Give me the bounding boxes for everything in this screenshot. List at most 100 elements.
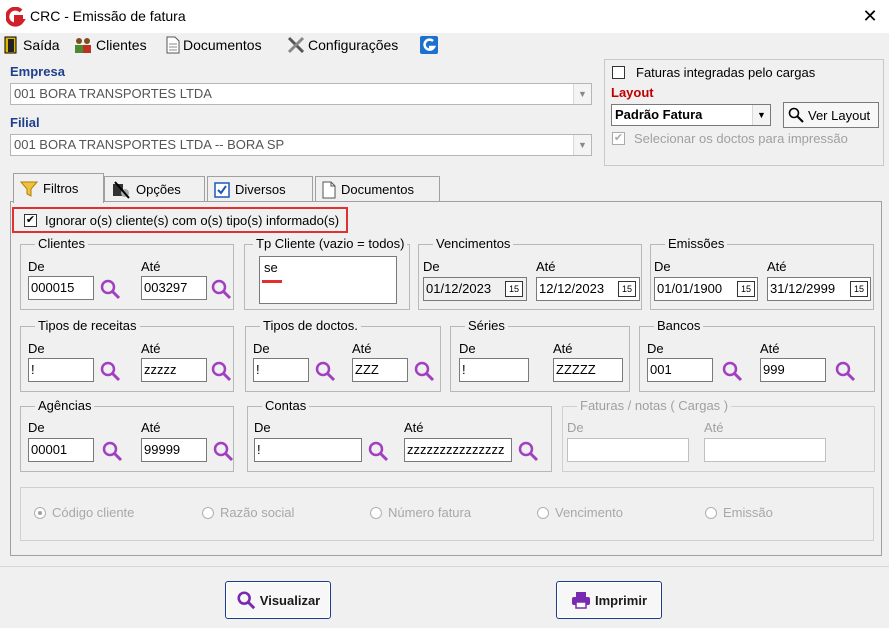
menu-clientes-label: Clientes [96, 37, 147, 53]
tab-filtros[interactable]: Filtros [13, 173, 104, 203]
search-icon[interactable] [99, 360, 121, 382]
visualizar-label: Visualizar [259, 592, 321, 608]
tab-documentos[interactable]: Documentos [315, 176, 440, 202]
ver-layout-button[interactable]: Ver Layout [783, 102, 879, 128]
app-logo-icon [6, 7, 26, 27]
search-icon[interactable] [413, 360, 435, 382]
tab-opcoes-label: Opções [136, 182, 181, 197]
vencimentos-title: Vencimentos [433, 236, 514, 251]
empresa-value: 001 BORA TRANSPORTES LTDA [14, 86, 212, 101]
filial-value: 001 BORA TRANSPORTES LTDA -- BORA SP [14, 137, 285, 152]
chevron-down-icon[interactable]: ▼ [573, 84, 591, 104]
series-ate-input[interactable]: ZZZZZ [553, 358, 623, 382]
series-de-input[interactable]: ! [459, 358, 529, 382]
contas-title: Contas [262, 398, 310, 413]
menu-documentos[interactable]: Documentos [166, 36, 262, 54]
ignorar-clientes-checkbox[interactable]: ✔ [24, 214, 37, 227]
agencias-de-label: De [28, 420, 45, 435]
menu-documentos-label: Documentos [183, 37, 262, 53]
calendar-icon[interactable]: 15 [505, 281, 523, 297]
search-icon[interactable] [314, 360, 336, 382]
contas-de-label: De [254, 420, 271, 435]
radio-razao-social[interactable]: Razão social [202, 505, 294, 520]
search-icon[interactable] [210, 360, 232, 382]
app-g-icon[interactable] [420, 36, 438, 54]
search-icon[interactable] [212, 440, 234, 462]
emissoes-title: Emissões [665, 236, 728, 251]
search-icon[interactable] [99, 278, 121, 300]
bancos-de-input[interactable]: 001 [647, 358, 713, 382]
tools-icon [287, 36, 305, 54]
search-icon[interactable] [834, 360, 856, 382]
filial-select[interactable]: 001 BORA TRANSPORTES LTDA -- BORA SP ▼ [10, 134, 592, 156]
faturas-notas-de-input[interactable] [567, 438, 689, 462]
magnifier-doc-icon [788, 107, 804, 123]
faturas-integradas-checkbox[interactable] [612, 66, 625, 79]
tipos-doctos-de-input[interactable]: ! [253, 358, 309, 382]
divider [0, 566, 889, 567]
tab-filtros-label: Filtros [43, 181, 79, 196]
contas-ate-label: Até [404, 420, 424, 435]
clientes-ate-label: Até [141, 259, 161, 274]
document-icon [166, 36, 180, 54]
radio-vencimento[interactable]: Vencimento [537, 505, 623, 520]
chevron-down-icon[interactable]: ▼ [573, 135, 591, 155]
search-icon[interactable] [367, 440, 389, 462]
clientes-ate-input[interactable]: 003297 [141, 276, 207, 300]
menu-bar: Saída Clientes Documentos Configurações [0, 33, 889, 59]
search-icon[interactable] [210, 278, 232, 300]
tipos-receitas-ate-input[interactable]: zzzzz [141, 358, 207, 382]
faturas-notas-de-label: De [567, 420, 584, 435]
radio-dot [34, 506, 46, 519]
faturas-notas-ate-input[interactable] [704, 438, 826, 462]
window-title: CRC - Emissão de fatura [30, 8, 186, 24]
close-button[interactable]: ✕ [855, 4, 885, 28]
tipos-receitas-de-label: De [28, 341, 45, 356]
tipos-doctos-ate-label: Até [352, 341, 372, 356]
exit-door-icon [4, 36, 17, 54]
radio-codigo-cliente-label: Código cliente [52, 505, 135, 520]
radio-emissao[interactable]: Emissão [705, 505, 773, 520]
vencimentos-ate-label: Até [536, 259, 556, 274]
layout-label: Layout [611, 85, 654, 100]
series-de-label: De [459, 341, 476, 356]
radio-dot [705, 506, 717, 519]
chevron-down-icon[interactable]: ▼ [752, 105, 770, 125]
contas-de-input[interactable]: ! [254, 438, 362, 462]
calendar-icon[interactable]: 15 [737, 281, 755, 297]
clientes-de-input[interactable]: 000015 [28, 276, 94, 300]
tipos-doctos-ate-input[interactable]: ZZZ [352, 358, 408, 382]
bancos-ate-input[interactable]: 999 [760, 358, 826, 382]
vencimentos-de-label: De [423, 259, 440, 274]
menu-clientes[interactable]: Clientes [73, 36, 147, 54]
tipos-receitas-ate-label: Até [141, 341, 161, 356]
radio-dot [202, 506, 214, 519]
visualizar-button[interactable]: Visualizar [225, 581, 331, 619]
tab-diversos[interactable]: Diversos [207, 176, 313, 202]
imprimir-button[interactable]: Imprimir [556, 581, 662, 619]
radio-emissao-label: Emissão [723, 505, 773, 520]
ignorar-clientes-label: Ignorar o(s) cliente(s) com o(s) tipo(s)… [45, 213, 340, 228]
tp-cliente-value: se [264, 260, 278, 275]
search-icon[interactable] [721, 360, 743, 382]
menu-configuracoes[interactable]: Configurações [287, 36, 398, 54]
selecionar-doctos-checkbox[interactable]: ✔ [612, 132, 625, 145]
layout-select[interactable]: Padrão Fatura ▼ [611, 104, 771, 126]
menu-saida[interactable]: Saída [4, 36, 60, 54]
calendar-icon[interactable]: 15 [618, 281, 636, 297]
search-icon[interactable] [517, 440, 539, 462]
radio-numero-fatura[interactable]: Número fatura [370, 505, 471, 520]
agencias-de-input[interactable]: 00001 [28, 438, 94, 462]
contas-ate-input[interactable]: zzzzzzzzzzzzzzz [404, 438, 512, 462]
search-icon[interactable] [101, 440, 123, 462]
tipos-doctos-title: Tipos de doctos. [260, 318, 361, 333]
calendar-icon[interactable]: 15 [850, 281, 868, 297]
empresa-select[interactable]: 001 BORA TRANSPORTES LTDA ▼ [10, 83, 592, 105]
bancos-de-label: De [647, 341, 664, 356]
radio-codigo-cliente[interactable]: Código cliente [34, 505, 134, 520]
ver-layout-label: Ver Layout [808, 107, 871, 123]
selecionar-doctos-label: Selecionar os doctos para impressão [634, 131, 848, 146]
tab-opcoes[interactable]: Opções [104, 176, 205, 202]
agencias-ate-input[interactable]: 99999 [141, 438, 207, 462]
tipos-receitas-de-input[interactable]: ! [28, 358, 94, 382]
